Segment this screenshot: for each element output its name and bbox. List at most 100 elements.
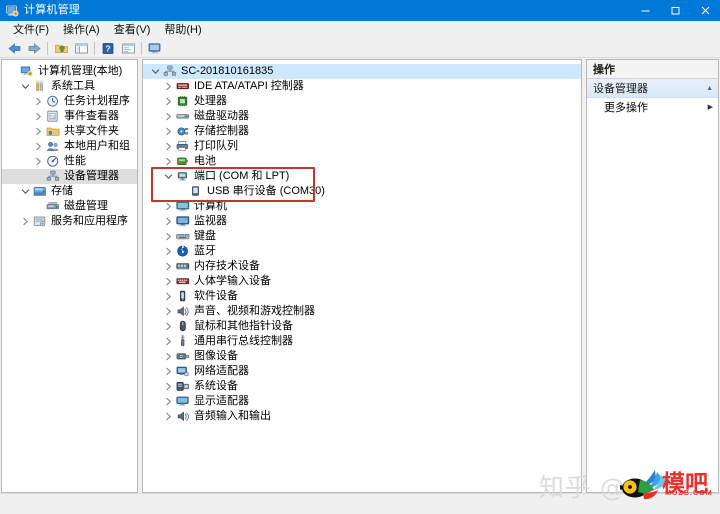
- help-icon[interactable]: ?: [98, 41, 118, 57]
- chevron-right-icon[interactable]: [162, 229, 175, 244]
- system-tools-icon: [32, 79, 48, 94]
- tree-item-label: 处理器: [194, 95, 227, 107]
- device-node-13[interactable]: 人体学输入设备: [143, 274, 581, 289]
- device-node-3[interactable]: 存储控制器: [143, 124, 581, 139]
- device-node-1[interactable]: 处理器: [143, 94, 581, 109]
- chevron-right-icon[interactable]: [162, 139, 175, 154]
- chevron-right-icon[interactable]: [32, 139, 45, 154]
- sidebar-item-2[interactable]: 任务计划程序: [2, 94, 137, 109]
- chevron-right-icon[interactable]: [162, 304, 175, 319]
- battery-icon: [175, 154, 191, 169]
- tree-item-label: 打印队列: [194, 140, 238, 152]
- actions-group-device-manager[interactable]: 设备管理器 ▲: [587, 79, 718, 98]
- chevron-right-icon[interactable]: [32, 154, 45, 169]
- chevron-right-icon[interactable]: [162, 409, 175, 424]
- chevron-right-icon[interactable]: [19, 214, 32, 229]
- menu-action[interactable]: 操作(A): [57, 22, 108, 39]
- forward-icon[interactable]: [24, 41, 44, 57]
- menu-help[interactable]: 帮助(H): [158, 22, 209, 39]
- chevron-down-icon[interactable]: [162, 169, 175, 184]
- back-icon[interactable]: [4, 41, 24, 57]
- computer-node-icon: [162, 64, 178, 79]
- tree-item-label: 存储: [51, 185, 73, 197]
- chevron-right-icon[interactable]: [162, 394, 175, 409]
- sidebar-item-10[interactable]: 服务和应用程序: [2, 214, 137, 229]
- device-node-0[interactable]: IDE ATA/ATAPI 控制器: [143, 79, 581, 94]
- sidebar-item-4[interactable]: 共享文件夹: [2, 124, 137, 139]
- sidebar-item-1[interactable]: 系统工具: [2, 79, 137, 94]
- chevron-right-icon[interactable]: [162, 274, 175, 289]
- close-button[interactable]: [690, 0, 720, 21]
- chevron-right-icon[interactable]: [162, 214, 175, 229]
- tree-item-label: 音频输入和输出: [194, 410, 271, 422]
- device-node-12[interactable]: 内存技术设备: [143, 259, 581, 274]
- chevron-right-icon[interactable]: [162, 124, 175, 139]
- menu-bar: 文件(F) 操作(A) 查看(V) 帮助(H): [0, 21, 720, 40]
- chevron-right-icon[interactable]: [162, 334, 175, 349]
- device-node-2[interactable]: 磁盘驱动器: [143, 109, 581, 124]
- sidebar-item-8[interactable]: 存储: [2, 184, 137, 199]
- chevron-right-icon[interactable]: [32, 124, 45, 139]
- menu-file[interactable]: 文件(F): [7, 22, 57, 39]
- minimize-button[interactable]: [630, 0, 660, 21]
- device-node-8[interactable]: 计算机: [143, 199, 581, 214]
- sidebar-item-6[interactable]: 性能: [2, 154, 137, 169]
- device-node-21[interactable]: 显示适配器: [143, 394, 581, 409]
- device-node-22[interactable]: 音频输入和输出: [143, 409, 581, 424]
- chevron-down-icon[interactable]: [19, 79, 32, 94]
- device-node-9[interactable]: 监视器: [143, 214, 581, 229]
- device-node-6[interactable]: 端口 (COM 和 LPT): [143, 169, 581, 184]
- sidebar-item-5[interactable]: 本地用户和组: [2, 139, 137, 154]
- device-node-14[interactable]: 软件设备: [143, 289, 581, 304]
- sidebar-item-7[interactable]: 设备管理器: [2, 169, 137, 184]
- tree-item-label: 磁盘管理: [64, 200, 108, 212]
- device-node-19[interactable]: 网络适配器: [143, 364, 581, 379]
- device-tree-root[interactable]: SC-201810161835: [143, 64, 581, 79]
- device-node-10[interactable]: 键盘: [143, 229, 581, 244]
- device-node-4[interactable]: 打印队列: [143, 139, 581, 154]
- up-folder-icon[interactable]: [51, 41, 71, 57]
- scan-hardware-icon[interactable]: [145, 41, 165, 57]
- shared-folders-icon: [45, 124, 61, 139]
- chevron-right-icon[interactable]: [162, 244, 175, 259]
- chevron-right-icon[interactable]: [162, 109, 175, 124]
- device-node-18[interactable]: 图像设备: [143, 349, 581, 364]
- device-node-11[interactable]: 蓝牙: [143, 244, 581, 259]
- device-node-5[interactable]: 电池: [143, 154, 581, 169]
- local-users-groups-icon: [45, 139, 61, 154]
- chevron-right-icon[interactable]: [162, 154, 175, 169]
- chevron-right-icon[interactable]: [162, 349, 175, 364]
- sidebar-item-9[interactable]: 磁盘管理: [2, 199, 137, 214]
- chevron-right-icon[interactable]: [162, 379, 175, 394]
- maximize-button[interactable]: [660, 0, 690, 21]
- menu-view[interactable]: 查看(V): [108, 22, 159, 39]
- tree-item-label: 蓝牙: [194, 245, 216, 257]
- monitor-icon: [175, 214, 191, 229]
- chevron-right-icon[interactable]: [162, 289, 175, 304]
- computer-management-icon: [5, 4, 19, 18]
- sidebar-item-3[interactable]: 事件查看器: [2, 109, 137, 124]
- chevron-right-icon[interactable]: [162, 259, 175, 274]
- device-node-15[interactable]: 声音、视频和游戏控制器: [143, 304, 581, 319]
- chevron-right-icon[interactable]: [162, 94, 175, 109]
- keyboard-icon: [175, 229, 191, 244]
- device-node-16[interactable]: 鼠标和其他指针设备: [143, 319, 581, 334]
- chevron-right-icon[interactable]: [32, 109, 45, 124]
- properties-icon[interactable]: [118, 41, 138, 57]
- action-more-actions[interactable]: 更多操作 ▶: [587, 98, 718, 116]
- toolbar-separator-1: [47, 42, 48, 55]
- chevron-right-icon[interactable]: [32, 94, 45, 109]
- show-hide-tree-icon[interactable]: [71, 41, 91, 57]
- memory-device-icon: [175, 259, 191, 274]
- chevron-right-icon[interactable]: [162, 79, 175, 94]
- sidebar-item-0[interactable]: 计算机管理(本地): [2, 64, 137, 79]
- chevron-right-icon[interactable]: [162, 319, 175, 334]
- chevron-down-icon[interactable]: [19, 184, 32, 199]
- device-node-7[interactable]: USB 串行设备 (COM30): [143, 184, 581, 199]
- chevron-right-icon[interactable]: [162, 199, 175, 214]
- chevron-right-icon[interactable]: [162, 364, 175, 379]
- storage-icon: [32, 184, 48, 199]
- device-node-17[interactable]: 通用串行总线控制器: [143, 334, 581, 349]
- device-node-20[interactable]: 系统设备: [143, 379, 581, 394]
- chevron-down-icon[interactable]: [149, 64, 162, 79]
